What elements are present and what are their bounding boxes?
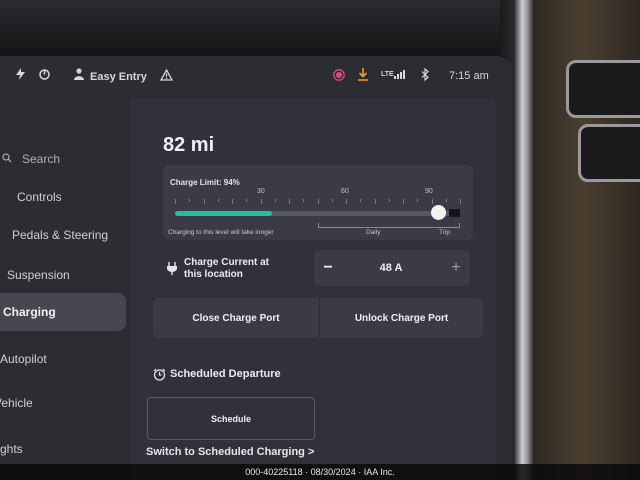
tick-mark	[317, 199, 319, 204]
charge-limit-label: Charge Limit: 94%	[170, 178, 240, 187]
daily-trip-bracket	[318, 223, 460, 228]
tick-mark	[217, 199, 219, 202]
sidebar-item-autopilot[interactable]: Autopilot	[0, 340, 126, 378]
sidebar-item-vehicle[interactable]: Vehicle	[0, 384, 126, 422]
lte-label: LTE	[381, 71, 394, 78]
sidebar-item-suspension[interactable]: Suspension	[0, 256, 126, 294]
plug-icon	[166, 262, 178, 280]
tick-mark	[388, 199, 390, 202]
tick-mark	[246, 199, 248, 202]
search-icon	[2, 152, 12, 166]
sidebar-item-label: Controls	[17, 190, 62, 204]
sidebar-item-label: Vehicle	[0, 396, 33, 410]
sidebar-item-label: Autopilot	[0, 352, 47, 366]
tick-mark	[403, 199, 404, 204]
trip-label: Trip	[439, 229, 450, 236]
sidebar-item-search[interactable]: Search	[0, 140, 126, 178]
sidebar-item-label: Search	[22, 152, 61, 166]
tick-mark	[274, 199, 276, 202]
warning-icon[interactable]	[159, 68, 174, 84]
tick-mark	[303, 199, 305, 202]
tick-mark	[203, 199, 205, 204]
tick-mark	[289, 199, 290, 204]
close-charge-port-button[interactable]: Close Charge Port	[153, 298, 319, 338]
range-readout: 82 mi	[163, 134, 215, 156]
record-icon[interactable]	[333, 69, 345, 84]
tick-mark	[431, 199, 433, 204]
sidebar-item-lights[interactable]: ghts	[0, 430, 126, 468]
tick-label: 30	[257, 188, 265, 195]
person-icon[interactable]	[74, 68, 84, 83]
tick-label: 90	[425, 188, 433, 195]
tick-mark	[260, 199, 262, 204]
clock: 7:15 am	[449, 70, 489, 82]
bolt-icon[interactable]	[16, 68, 25, 83]
sidebar-item-label: Charging	[3, 305, 56, 319]
tick-mark	[445, 199, 447, 202]
charge-current-title-line1: Charge Current at	[184, 257, 270, 268]
profile-name[interactable]: Easy Entry	[90, 71, 147, 83]
charge-current-title: Charge Current at this location	[184, 257, 269, 281]
air-vent	[578, 124, 640, 182]
tick-mark	[331, 199, 333, 202]
charge-current-title-line2: this location	[184, 269, 243, 280]
sidebar-item-charging[interactable]: Charging	[0, 293, 126, 331]
tick-mark	[374, 199, 376, 204]
scheduled-departure-title: Scheduled Departure	[170, 368, 281, 380]
sidebar-item-label: ghts	[0, 442, 23, 456]
charge-current-value: 48 A	[379, 262, 403, 274]
download-icon[interactable]	[357, 68, 369, 84]
tick-mark	[346, 199, 347, 204]
signal-icon	[394, 70, 406, 82]
sidebar-item-pedals-steering[interactable]: Pedals & Steering	[0, 216, 126, 254]
sidebar-item-label: Pedals & Steering	[12, 228, 109, 242]
switch-scheduled-charging-link[interactable]: Switch to Scheduled Charging >	[146, 446, 314, 458]
alarm-clock-icon	[153, 368, 166, 386]
tick-mark	[360, 199, 362, 202]
air-vent	[566, 60, 640, 118]
schedule-button[interactable]: Schedule	[147, 397, 315, 440]
status-bar: Easy Entry LTE 7:15 am	[0, 56, 512, 96]
tick-mark	[189, 199, 191, 202]
charge-hint: Charging to this level will take longer	[168, 229, 274, 236]
tick-mark	[460, 199, 461, 204]
tick-mark	[175, 199, 176, 204]
watermark-footer: 000-40225118 · 08/30/2024 · IAA Inc.	[0, 464, 640, 480]
tick-label: 60	[341, 188, 349, 195]
tick-mark	[417, 199, 419, 202]
increase-current-button[interactable]: +	[442, 250, 470, 286]
decrease-current-button[interactable]: −	[314, 250, 342, 286]
sidebar-item-controls[interactable]: Controls	[0, 178, 126, 216]
daily-label: Daily	[366, 229, 381, 236]
sidebar-item-label: Suspension	[7, 268, 70, 282]
bluetooth-icon[interactable]	[421, 67, 429, 84]
tick-mark	[232, 199, 233, 204]
unlock-charge-port-button[interactable]: Unlock Charge Port	[320, 298, 483, 338]
current-charge-fill	[175, 211, 272, 216]
headlights-icon[interactable]	[38, 68, 51, 84]
charge-limit-handle[interactable]	[430, 205, 446, 220]
slider-end-marker	[449, 209, 460, 217]
